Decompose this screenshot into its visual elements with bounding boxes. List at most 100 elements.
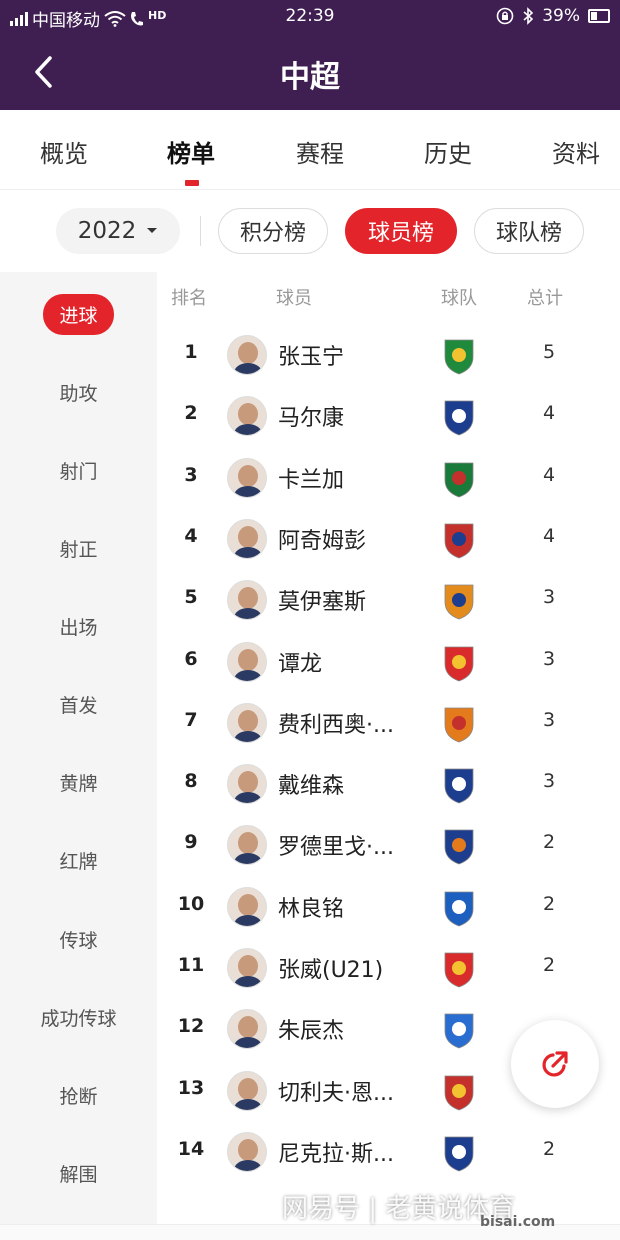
sidebar-item-passes[interactable]: 传球 bbox=[0, 926, 157, 953]
top-bar: 中国移动 HD 22:39 39% 中超 bbox=[0, 0, 620, 110]
sidebar-item-label: 首发 bbox=[59, 695, 98, 717]
tab-schedule[interactable]: 赛程 bbox=[296, 134, 344, 169]
rank-cell: 4 bbox=[184, 524, 198, 547]
total-cell: 3 bbox=[542, 770, 556, 793]
share-button[interactable] bbox=[511, 1020, 599, 1108]
sidebar-item-starts[interactable]: 首发 bbox=[0, 691, 157, 718]
total-cell: 2 bbox=[542, 1137, 556, 1160]
table-row[interactable]: 5 莫伊塞斯 3 bbox=[157, 570, 620, 631]
sidebar-item-clearances[interactable]: 解围 bbox=[0, 1160, 157, 1187]
bluetooth-icon bbox=[523, 7, 534, 25]
header-total: 总计 bbox=[527, 288, 563, 309]
player-name: 阿奇姆彭 bbox=[278, 528, 367, 554]
total-cell: 2 bbox=[542, 892, 556, 915]
player-avatar bbox=[227, 335, 267, 375]
rank-cell: 2 bbox=[184, 402, 198, 425]
rank-cell: 10 bbox=[177, 892, 205, 915]
table-row[interactable]: 14 尼克拉·斯... 2 bbox=[157, 1122, 620, 1183]
table-row[interactable]: 4 阿奇姆彭 4 bbox=[157, 509, 620, 570]
sidebar-item-label: 出场 bbox=[59, 617, 98, 639]
table-row[interactable]: 6 谭龙 3 bbox=[157, 632, 620, 693]
player-avatar bbox=[227, 702, 267, 743]
sidebar-item-shots[interactable]: 射门 bbox=[0, 457, 157, 484]
page-title: 中超 bbox=[280, 60, 340, 95]
team-crest-icon bbox=[444, 523, 474, 559]
header-team: 球队 bbox=[441, 288, 477, 309]
standings-pill[interactable]: 积分榜 bbox=[218, 208, 328, 254]
tab-history[interactable]: 历史 bbox=[424, 134, 472, 169]
table-row[interactable]: 1 张玉宁 5 bbox=[157, 325, 620, 386]
table-row[interactable]: 9 罗德里戈·... 2 bbox=[157, 815, 620, 876]
player-name: 张威(U21) bbox=[278, 958, 384, 983]
sidebar-item-label: 进球 bbox=[43, 294, 114, 335]
team-crest-icon bbox=[444, 952, 474, 988]
tab-info[interactable]: 资料 bbox=[552, 134, 600, 169]
player-rankings-pill[interactable]: 球员榜 bbox=[345, 208, 457, 254]
player-name: 切利夫·恩... bbox=[278, 1080, 394, 1106]
table-header: 排名 球员 球队 总计 bbox=[157, 272, 620, 322]
player-name: 张玉宁 bbox=[278, 345, 345, 370]
sidebar-item-label: 射正 bbox=[59, 539, 98, 561]
total-cell: 2 bbox=[542, 831, 556, 854]
rank-cell: 14 bbox=[177, 1137, 205, 1160]
rank-cell: 7 bbox=[184, 708, 198, 731]
stat-category-sidebar: 进球 助攻 射门 射正 出场 首发 黄牌 红牌 传球 成功传球 抢断 解围 bbox=[0, 272, 157, 1240]
lock-rotation-icon bbox=[496, 7, 514, 25]
rank-cell: 1 bbox=[184, 341, 198, 363]
sidebar-item-label: 红牌 bbox=[59, 851, 98, 873]
rank-cell: 11 bbox=[177, 954, 205, 976]
sidebar-item-successful-passes[interactable]: 成功传球 bbox=[0, 1004, 157, 1031]
table-row[interactable]: 8 戴维森 3 bbox=[157, 754, 620, 815]
player-avatar bbox=[227, 825, 267, 866]
table-row[interactable]: 3 卡兰加 4 bbox=[157, 448, 620, 509]
player-avatar bbox=[227, 457, 267, 498]
rank-cell: 8 bbox=[184, 770, 198, 793]
total-cell: 3 bbox=[542, 586, 556, 609]
table-row[interactable]: 2 马尔康 4 bbox=[157, 386, 620, 447]
sidebar-item-appearances[interactable]: 出场 bbox=[0, 613, 157, 640]
sidebar-item-goals[interactable]: 进球 bbox=[0, 294, 157, 335]
sidebar-item-label: 抢断 bbox=[59, 1086, 98, 1108]
filter-divider bbox=[200, 216, 201, 246]
sidebar-item-label: 黄牌 bbox=[59, 773, 98, 795]
table-row[interactable]: 7 费利西奥·... 3 bbox=[157, 693, 620, 754]
table-row[interactable]: 11 张威(U21) 2 bbox=[157, 938, 620, 999]
tab-overview[interactable]: 概览 bbox=[40, 134, 88, 169]
team-crest-icon bbox=[444, 1013, 474, 1049]
player-avatar bbox=[227, 1009, 267, 1050]
player-avatar bbox=[227, 1131, 267, 1172]
header-player: 球员 bbox=[276, 288, 312, 309]
year-selector[interactable]: 2022 bbox=[56, 208, 180, 254]
sidebar-item-label: 解围 bbox=[59, 1164, 98, 1186]
team-crest-icon bbox=[444, 891, 474, 927]
player-avatar bbox=[227, 948, 267, 988]
rank-cell: 6 bbox=[184, 647, 198, 670]
player-name: 费利西奥·... bbox=[278, 712, 394, 738]
team-crest-icon bbox=[444, 707, 474, 743]
total-cell: 3 bbox=[542, 647, 556, 670]
filter-bar: 2022 积分榜 球员榜 球队榜 bbox=[0, 190, 620, 272]
team-crest-icon bbox=[444, 646, 474, 681]
battery-icon bbox=[588, 9, 610, 23]
sidebar-item-red-cards[interactable]: 红牌 bbox=[0, 847, 157, 874]
player-name: 朱辰杰 bbox=[278, 1019, 345, 1045]
player-name: 谭龙 bbox=[278, 651, 323, 677]
sidebar-item-shots-on-target[interactable]: 射正 bbox=[0, 535, 157, 562]
team-crest-icon bbox=[444, 1075, 474, 1111]
team-rankings-pill[interactable]: 球队榜 bbox=[474, 208, 584, 254]
player-name: 罗德里戈·... bbox=[278, 835, 394, 861]
sidebar-item-tackles[interactable]: 抢断 bbox=[0, 1082, 157, 1109]
active-tab-indicator bbox=[185, 180, 199, 186]
player-avatar bbox=[227, 886, 267, 927]
player-name: 卡兰加 bbox=[278, 467, 345, 493]
total-cell: 4 bbox=[542, 402, 556, 425]
player-avatar bbox=[227, 518, 267, 559]
player-name: 尼克拉·斯... bbox=[278, 1141, 394, 1167]
sidebar-item-label: 射门 bbox=[59, 461, 98, 483]
header-rank: 排名 bbox=[171, 288, 207, 309]
team-crest-icon bbox=[444, 400, 474, 436]
tab-rankings[interactable]: 榜单 bbox=[167, 134, 215, 169]
table-row[interactable]: 10 林良铭 2 bbox=[157, 877, 620, 938]
sidebar-item-assists[interactable]: 助攻 bbox=[0, 379, 157, 406]
sidebar-item-yellow-cards[interactable]: 黄牌 bbox=[0, 769, 157, 796]
